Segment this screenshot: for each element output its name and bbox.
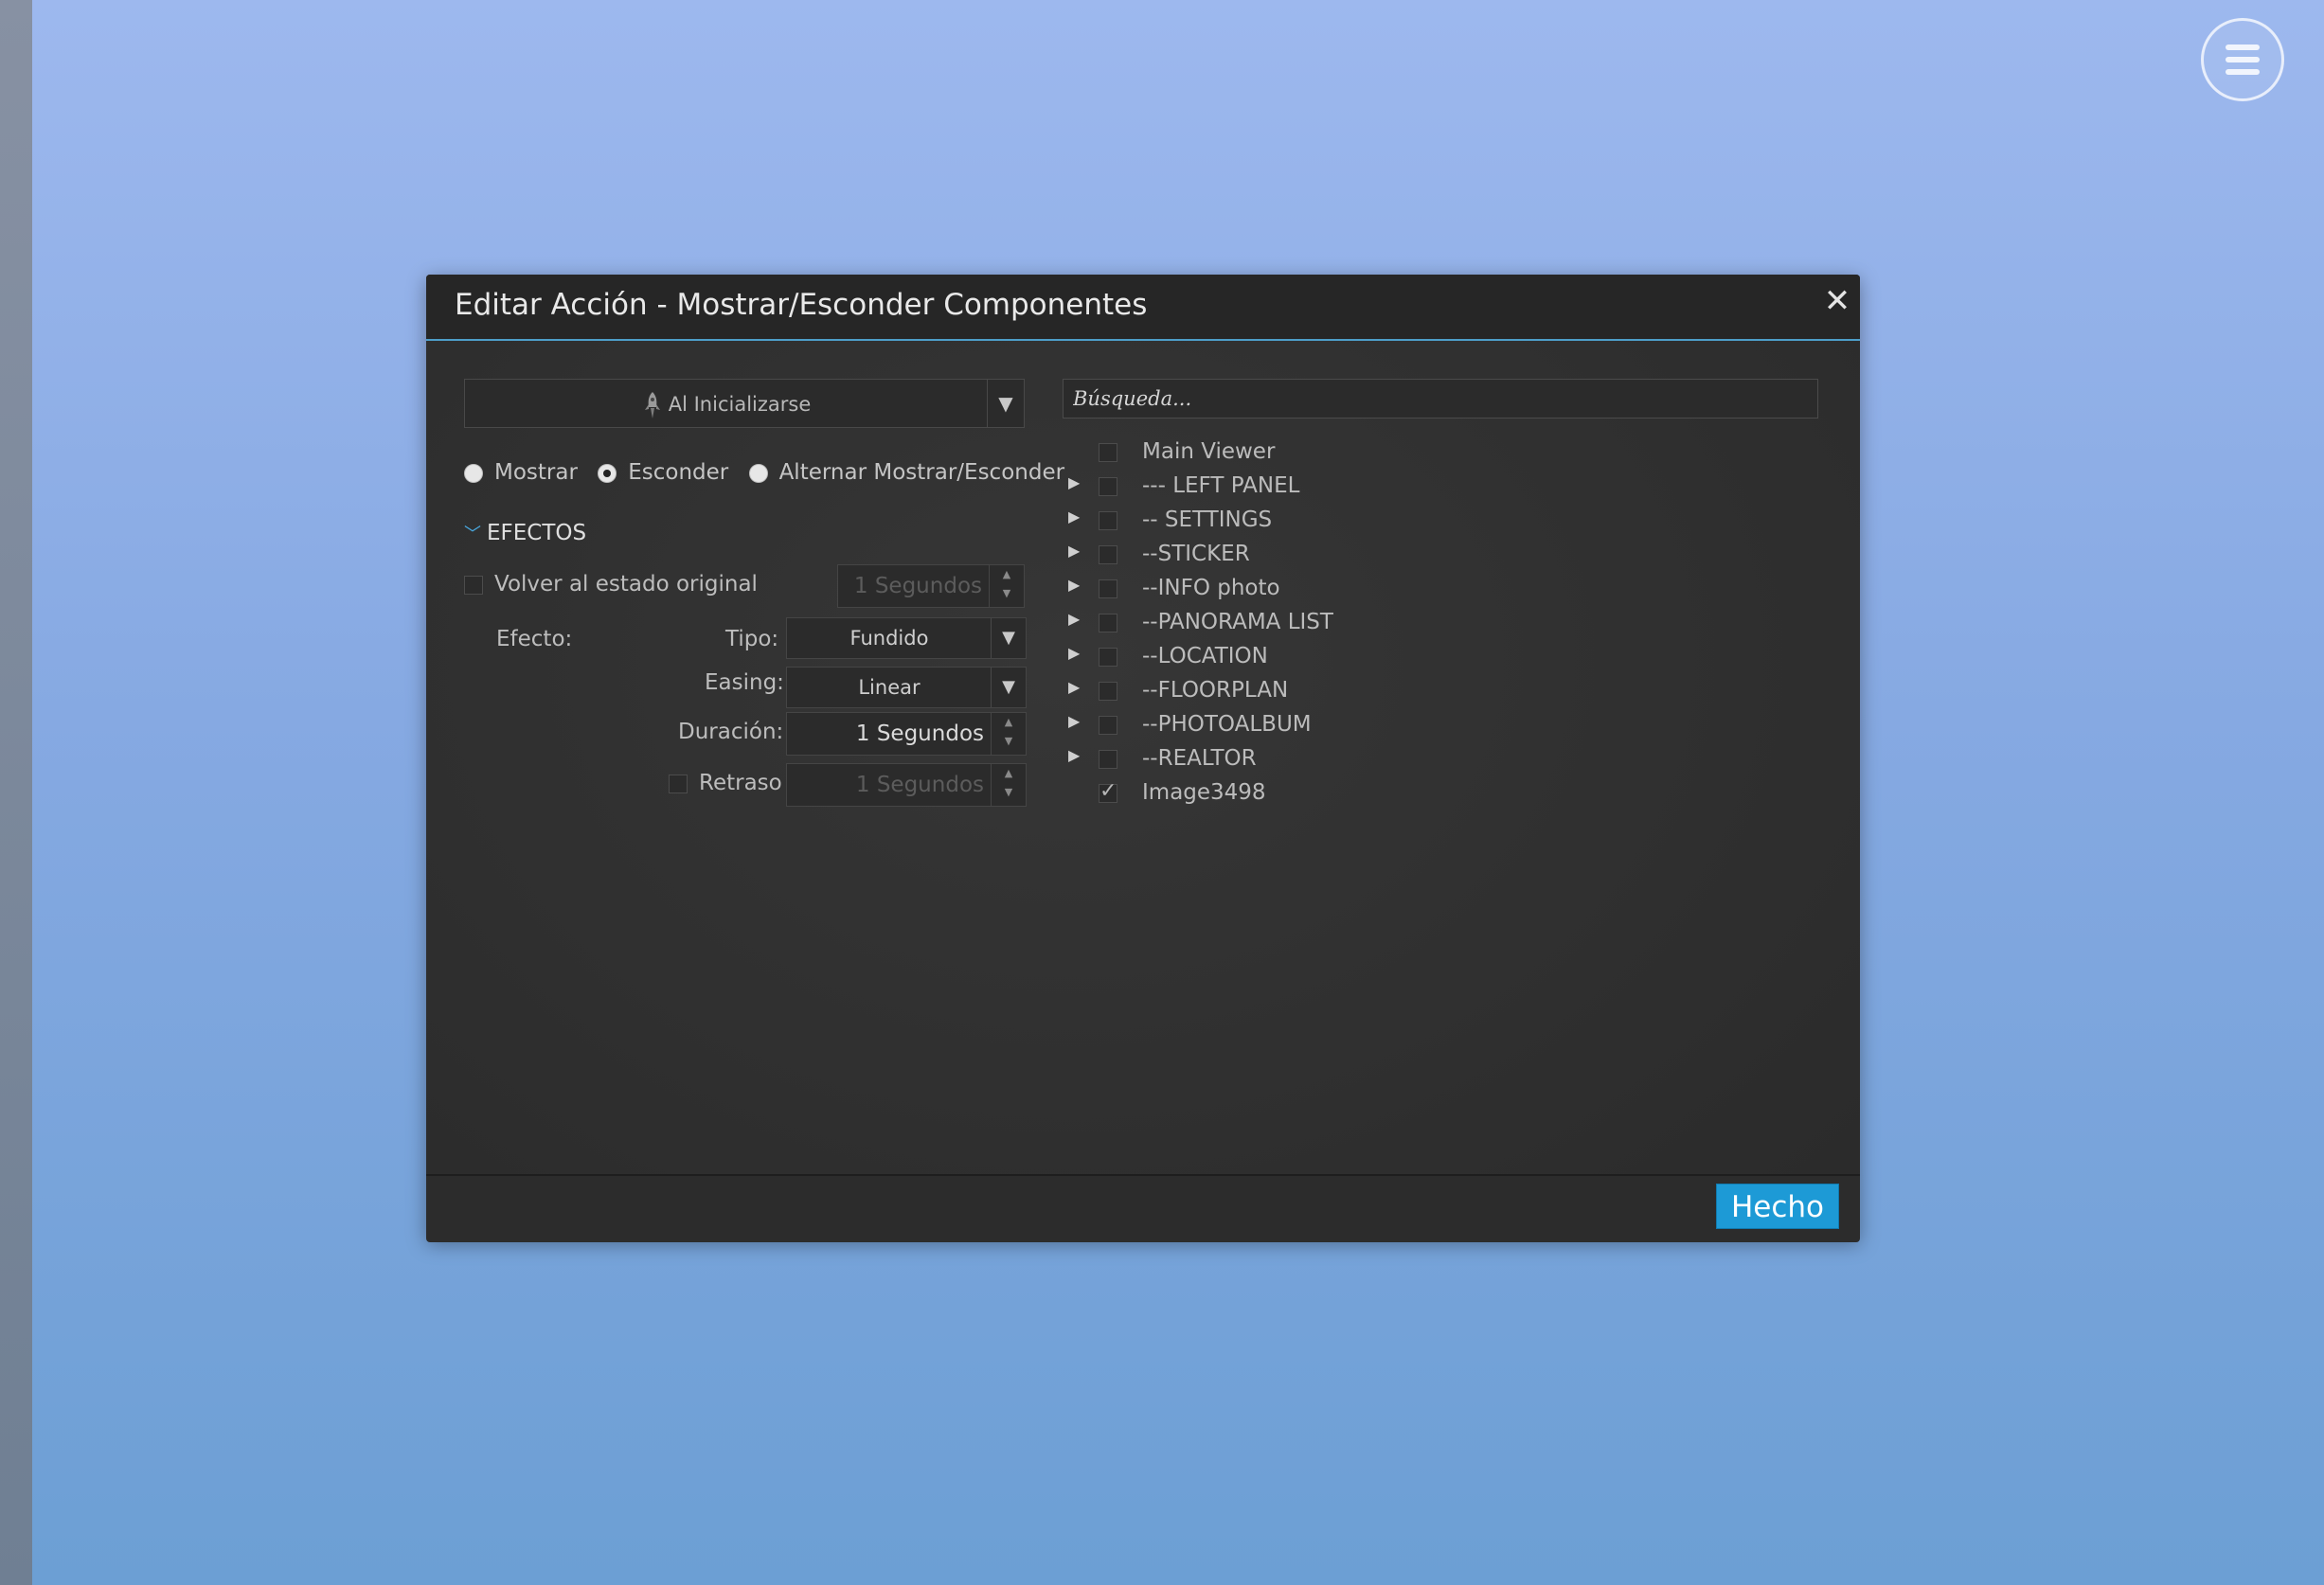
type-label: Tipo:	[725, 627, 779, 651]
expand-arrow-icon[interactable]: ▶	[1068, 473, 1087, 491]
tree-item-label: --LOCATION	[1142, 644, 1268, 668]
left-edge-strip	[0, 0, 32, 1585]
rocket-icon	[644, 392, 660, 419]
event-dropdown[interactable]: Al Inicializarse ▼	[464, 379, 1025, 428]
radio-label: Mostrar	[494, 460, 578, 485]
tree-item-checkbox[interactable]	[1099, 716, 1117, 735]
effects-section-title: EFECTOS	[487, 521, 587, 545]
duration-label: Duración:	[678, 720, 784, 744]
tree-item[interactable]: ▶ --INFO photo	[1068, 572, 1807, 606]
type-dropdown-value: Fundido	[849, 627, 929, 650]
delay-checkbox[interactable]	[669, 774, 688, 793]
revert-duration-stepper: 1 Segundos ▲ ▼	[837, 564, 1025, 608]
search-input[interactable]	[1063, 379, 1818, 419]
menu-icon-bar	[2226, 57, 2260, 62]
delay-value: 1 Segundos	[855, 773, 984, 797]
tree-item-checkbox[interactable]	[1099, 477, 1117, 496]
event-dropdown-value-wrap: Al Inicializarse	[465, 380, 990, 429]
tree-item-checkbox[interactable]	[1099, 750, 1117, 769]
dialog-title: Editar Acción - Mostrar/Esconder Compone…	[455, 288, 1148, 322]
duration-stepper[interactable]: 1 Segundos ▲ ▼	[786, 712, 1027, 756]
close-icon[interactable]: ✕	[1822, 285, 1852, 317]
chevron-down-icon[interactable]: ▼	[987, 380, 1024, 427]
tree-item-checkbox[interactable]	[1099, 648, 1117, 667]
expand-arrow-icon[interactable]: ▶	[1068, 678, 1087, 696]
chevron-down-icon: ﹀	[464, 525, 481, 544]
type-dropdown[interactable]: Fundido ▼	[786, 617, 1027, 659]
tree-item-checkbox[interactable]	[1099, 682, 1117, 701]
radio-mostrar[interactable]: Mostrar	[464, 460, 578, 485]
tree-item-checkbox[interactable]	[1099, 614, 1117, 632]
menu-icon	[2226, 45, 2260, 50]
tree-item[interactable]: ▶ --STICKER	[1068, 538, 1807, 572]
tree-item-label: Image3498	[1142, 780, 1266, 805]
tree-item-checkbox[interactable]	[1099, 545, 1117, 564]
tree-item-label: --PANORAMA LIST	[1142, 610, 1333, 634]
expand-arrow-icon[interactable]: ▶	[1068, 712, 1087, 730]
delay-label: Retraso	[699, 771, 782, 795]
event-dropdown-value: Al Inicializarse	[668, 393, 812, 416]
radio-esconder[interactable]: Esconder	[598, 460, 728, 485]
tree-item-label: --STICKER	[1142, 542, 1250, 566]
easing-label: Easing:	[705, 670, 784, 695]
tree-item[interactable]: Main Viewer	[1068, 436, 1807, 470]
tree-item-label: --FLOORPLAN	[1142, 678, 1289, 703]
stepper-arrows-icon: ▲ ▼	[991, 764, 1026, 806]
radio-button[interactable]	[464, 463, 483, 483]
delay-option[interactable]: Retraso	[669, 771, 782, 795]
tree-item-label: Main Viewer	[1142, 439, 1276, 464]
radio-label: Esconder	[628, 460, 729, 485]
stepper-arrows-icon[interactable]: ▲ ▼	[991, 713, 1026, 755]
revert-checkbox[interactable]	[464, 575, 483, 595]
tree-item-label: -- SETTINGS	[1142, 508, 1273, 532]
hamburger-menu-button[interactable]	[2201, 18, 2284, 101]
tree-item-checkbox[interactable]	[1099, 579, 1117, 598]
stepper-arrows-icon: ▲ ▼	[989, 565, 1024, 607]
easing-dropdown-value: Linear	[858, 676, 921, 699]
tree-item[interactable]: ▶ --- LEFT PANEL	[1068, 470, 1807, 504]
tree-item[interactable]: ▶ --REALTOR	[1068, 742, 1807, 776]
radio-label: Alternar Mostrar/Esconder	[778, 460, 1065, 485]
tree-item[interactable]: ▶ --PHOTOALBUM	[1068, 708, 1807, 742]
revert-duration-value: 1 Segundos	[853, 574, 982, 598]
radio-button-selected[interactable]	[598, 463, 617, 483]
tree-item-label: --INFO photo	[1142, 576, 1280, 600]
easing-dropdown[interactable]: Linear ▼	[786, 667, 1027, 708]
tree-item[interactable]: ▶ --PANORAMA LIST	[1068, 606, 1807, 640]
effects-section-toggle[interactable]: ﹀ EFECTOS	[464, 521, 586, 545]
radio-button[interactable]	[748, 463, 768, 483]
effect-label: Efecto:	[496, 627, 573, 651]
tree-item[interactable]: ▶ --LOCATION	[1068, 640, 1807, 674]
tree-item-label: --PHOTOALBUM	[1142, 712, 1312, 737]
tree-item-checkbox[interactable]	[1099, 443, 1117, 462]
menu-icon-bar	[2226, 69, 2260, 75]
chevron-down-icon[interactable]: ▼	[991, 668, 1026, 707]
expand-arrow-icon[interactable]: ▶	[1068, 576, 1087, 594]
dialog-footer: Hecho	[426, 1174, 1860, 1242]
chevron-down-icon[interactable]: ▼	[991, 618, 1026, 658]
expand-arrow-icon[interactable]: ▶	[1068, 542, 1087, 560]
duration-value[interactable]: 1 Segundos	[856, 713, 984, 755]
edit-action-dialog: Editar Acción - Mostrar/Esconder Compone…	[426, 275, 1860, 1242]
expand-arrow-icon[interactable]: ▶	[1068, 610, 1087, 628]
tree-item[interactable]: ▶ --FLOORPLAN	[1068, 674, 1807, 708]
delay-stepper: 1 Segundos ▲ ▼	[786, 763, 1027, 807]
expand-arrow-icon[interactable]: ▶	[1068, 644, 1087, 662]
tree-item[interactable]: ✓ Image3498	[1068, 776, 1807, 810]
tree-item-label: --- LEFT PANEL	[1142, 473, 1300, 498]
check-icon: ✓	[1099, 779, 1117, 803]
revert-option[interactable]: Volver al estado original	[464, 572, 758, 597]
tree-item[interactable]: ▶ -- SETTINGS	[1068, 504, 1807, 538]
revert-label: Volver al estado original	[494, 572, 758, 597]
done-button[interactable]: Hecho	[1716, 1184, 1839, 1229]
radio-alternar[interactable]: Alternar Mostrar/Esconder	[748, 460, 1065, 485]
tree-item-checkbox[interactable]	[1099, 511, 1117, 530]
component-tree: Main Viewer ▶ --- LEFT PANEL ▶ -- SETTIN…	[1068, 436, 1807, 810]
visibility-radio-group: Mostrar Esconder Alternar Mostrar/Escond…	[464, 460, 1078, 490]
dialog-header: Editar Acción - Mostrar/Esconder Compone…	[426, 275, 1860, 341]
expand-arrow-icon[interactable]: ▶	[1068, 508, 1087, 525]
tree-item-label: --REALTOR	[1142, 746, 1257, 771]
expand-arrow-icon[interactable]: ▶	[1068, 746, 1087, 764]
